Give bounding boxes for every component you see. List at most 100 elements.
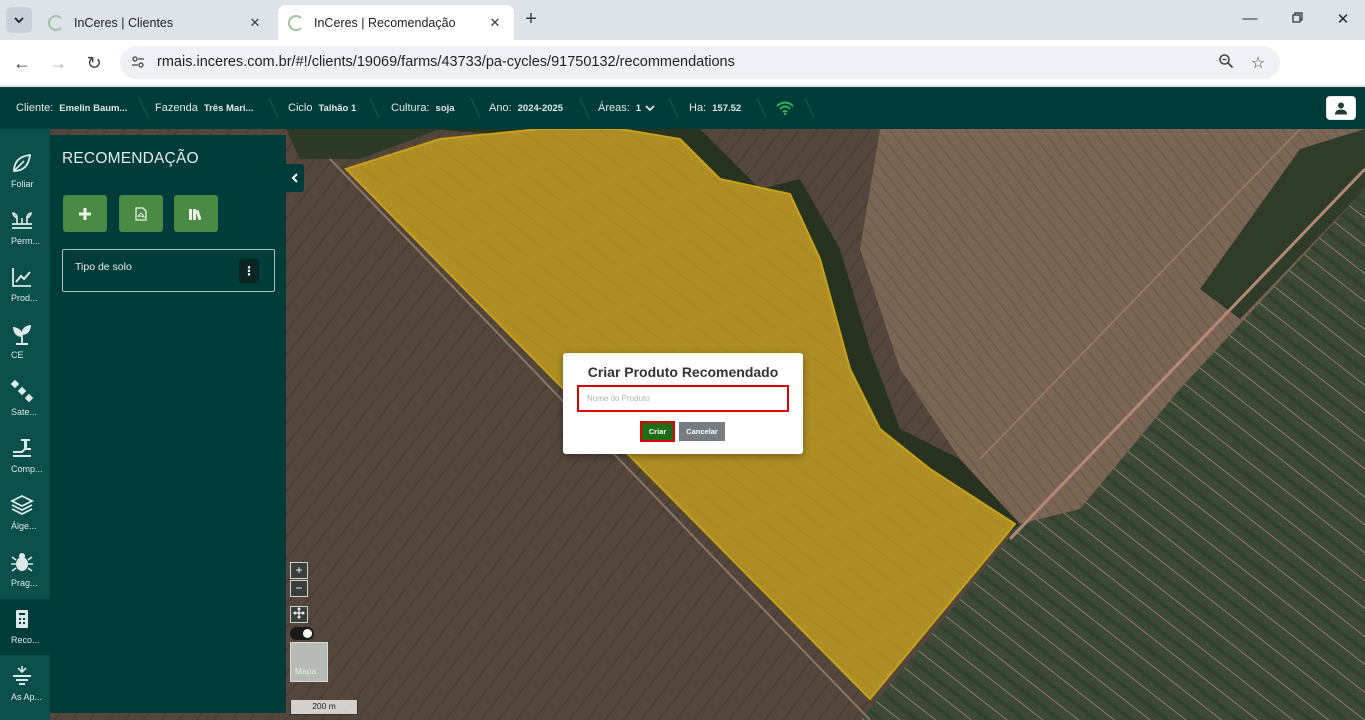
breadcrumb-ano[interactable]: Ano: 2024-2025 bbox=[489, 87, 563, 129]
chevron-left-icon bbox=[291, 173, 298, 183]
breadcrumb-separator bbox=[795, 98, 815, 118]
chart-line-icon bbox=[12, 268, 31, 287]
breadcrumb-value: Emelin Baum... bbox=[59, 102, 128, 114]
layers-icon bbox=[10, 494, 34, 516]
sidebar-item-foliar[interactable]: Foliar bbox=[0, 143, 50, 199]
browser-toolbar: ← → ↻ rmais.inceres.com.br/#!/clients/19… bbox=[0, 40, 1365, 113]
reload-icon[interactable]: ↻ bbox=[83, 52, 105, 74]
forward-icon[interactable]: → bbox=[47, 52, 69, 74]
leaf-icon bbox=[13, 153, 32, 172]
plus-icon bbox=[79, 207, 91, 220]
sidebar-item-prod[interactable]: Prod... bbox=[0, 257, 50, 313]
sidebar-item-label: Perm... bbox=[11, 236, 41, 246]
tab-search-button[interactable] bbox=[6, 7, 32, 33]
product-name-input[interactable] bbox=[577, 385, 789, 412]
layer-toggle-switch[interactable] bbox=[290, 627, 314, 640]
user-account-button[interactable] bbox=[1326, 96, 1356, 120]
address-bar[interactable]: rmais.inceres.com.br/#!/clients/19069/fa… bbox=[120, 46, 1280, 79]
create-button[interactable]: Criar bbox=[640, 421, 675, 442]
create-product-dialog: Criar Produto Recomendado Criar Cancelar bbox=[563, 353, 803, 454]
zoom-icon[interactable] bbox=[1216, 53, 1236, 73]
recommendation-icon bbox=[16, 610, 28, 628]
sidebar-item-label: Prag... bbox=[11, 578, 38, 588]
sidebar-item-prag[interactable]: Prag... bbox=[0, 542, 50, 598]
breadcrumb-areas[interactable]: Áreas: 1 bbox=[598, 87, 655, 129]
sidebar-item-alge[interactable]: Álge... bbox=[0, 485, 50, 541]
breadcrumb-ha: Ha: 157.52 bbox=[689, 87, 741, 129]
sidebar-item-label: Foliar bbox=[11, 179, 34, 189]
breadcrumb-fazenda[interactable]: Fazenda Três Mari... bbox=[155, 87, 253, 129]
restore-icon[interactable] bbox=[1287, 10, 1307, 27]
breadcrumb-label: Ciclo bbox=[288, 102, 313, 114]
product-library-button[interactable] bbox=[174, 195, 218, 232]
soil-type-card[interactable]: Tipo de solo ⋮ bbox=[62, 249, 275, 292]
breadcrumb-label: Ano: bbox=[489, 102, 512, 114]
wifi-icon bbox=[776, 101, 794, 115]
close-icon[interactable]: ✕ bbox=[1333, 10, 1353, 28]
sidebar-item-label: CE bbox=[11, 350, 24, 360]
plants-icon bbox=[12, 211, 32, 229]
bug-icon bbox=[11, 553, 33, 572]
breadcrumb-label: Fazenda bbox=[155, 102, 198, 114]
url-text[interactable]: rmais.inceres.com.br/#!/clients/19069/fa… bbox=[157, 54, 735, 70]
breadcrumb-label: Cultura: bbox=[391, 102, 430, 114]
app-header-bar: Cliente: Emelin Baum... Fazenda Três Mar… bbox=[0, 87, 1365, 129]
breadcrumb-label: Ha: bbox=[689, 102, 707, 114]
sidebar-item-sate[interactable]: Sate... bbox=[0, 371, 50, 427]
chevron-down-icon bbox=[14, 17, 24, 24]
site-settings-icon[interactable] bbox=[130, 54, 146, 70]
sidebar-item-reco[interactable]: Reco... bbox=[0, 599, 50, 655]
compaction-icon bbox=[13, 439, 31, 457]
browser-tab-strip: InCeres | Clientes ✕ InCeres | Recomenda… bbox=[0, 0, 1365, 40]
pan-move-button[interactable] bbox=[290, 606, 308, 623]
tab-title: InCeres | Recomendação bbox=[314, 15, 456, 30]
sprayer-icon bbox=[13, 666, 31, 685]
collapse-panel-button[interactable] bbox=[286, 164, 304, 192]
soil-type-label: Tipo de solo bbox=[75, 261, 132, 273]
add-recommendation-button[interactable] bbox=[63, 195, 107, 232]
cancel-button[interactable]: Cancelar bbox=[679, 422, 725, 441]
dialog-title: Criar Produto Recomendado bbox=[587, 364, 779, 380]
back-icon[interactable]: ← bbox=[11, 52, 33, 74]
inceres-favicon-icon bbox=[288, 14, 304, 31]
breadcrumb-value: Talhão 1 bbox=[318, 102, 357, 114]
zoom-in-button[interactable]: + bbox=[290, 562, 308, 579]
browser-tab-recomendacao[interactable]: InCeres | Recomendação ✕ bbox=[278, 5, 514, 40]
recommendation-panel: RECOMENDAÇÃO Tipo de solo ⋮ bbox=[50, 135, 286, 713]
sidebar-item-as-ap[interactable]: As Ap... bbox=[0, 656, 50, 712]
breadcrumb-separator bbox=[659, 98, 679, 118]
base-map-selector[interactable]: Mapa bbox=[290, 642, 328, 682]
breadcrumb-value: Três Mari... bbox=[203, 102, 254, 114]
new-tab-button[interactable]: + bbox=[520, 9, 542, 31]
inceres-favicon-icon bbox=[48, 14, 64, 31]
export-pdf-button[interactable] bbox=[119, 195, 163, 232]
sidebar-item-perm[interactable]: Perm... bbox=[0, 200, 50, 256]
library-icon bbox=[189, 208, 202, 220]
tab-title: InCeres | Clientes bbox=[74, 15, 174, 30]
breadcrumb-separator bbox=[461, 98, 481, 118]
breadcrumb-separator bbox=[129, 98, 149, 118]
sidebar-item-comp[interactable]: Comp... bbox=[0, 428, 50, 484]
browser-tab-clientes[interactable]: InCeres | Clientes ✕ bbox=[38, 5, 274, 40]
panel-title: RECOMENDAÇÃO bbox=[62, 150, 199, 167]
close-icon[interactable]: ✕ bbox=[486, 15, 504, 31]
sidebar-item-label: Reco... bbox=[11, 635, 40, 645]
minimize-icon[interactable]: — bbox=[1240, 10, 1260, 27]
pdf-icon bbox=[135, 206, 147, 221]
breadcrumb-separator bbox=[259, 98, 279, 118]
breadcrumb-cliente[interactable]: Cliente: Emelin Baum... bbox=[16, 87, 127, 129]
satellite-icon bbox=[10, 379, 34, 403]
chevron-down-icon bbox=[645, 105, 655, 112]
breadcrumb-value: 1 bbox=[635, 102, 642, 114]
breadcrumb-value: 2024-2025 bbox=[517, 102, 564, 114]
base-map-label: Mapa bbox=[295, 666, 317, 676]
sidebar-item-label: Sate... bbox=[11, 407, 38, 417]
breadcrumb-ciclo[interactable]: Ciclo Talhão 1 bbox=[288, 87, 356, 129]
sidebar-item-label: Comp... bbox=[11, 464, 43, 474]
breadcrumb-cultura[interactable]: Cultura: soja bbox=[391, 87, 455, 129]
close-icon[interactable]: ✕ bbox=[246, 15, 264, 31]
zoom-out-button[interactable]: − bbox=[290, 580, 308, 597]
more-vertical-icon[interactable]: ⋮ bbox=[239, 259, 259, 283]
sidebar-item-ce[interactable]: CE bbox=[0, 314, 50, 370]
bookmark-star-icon[interactable]: ☆ bbox=[1248, 53, 1268, 73]
